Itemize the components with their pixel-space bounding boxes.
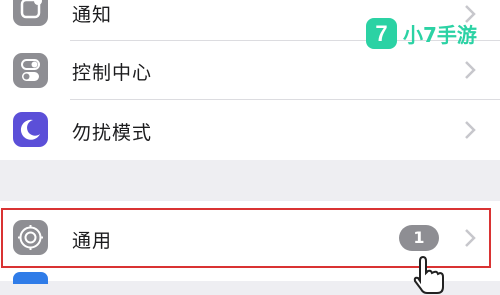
gear-icon [13,220,48,255]
notification-icon [13,0,48,26]
logo-mark: 7 [366,18,397,49]
watermark-logo: 7 小7手游 [366,17,490,53]
settings-row-do-not-disturb[interactable]: 勿扰模式 [0,100,500,160]
chevron-right-icon [465,229,476,247]
app-icon [13,272,48,284]
settings-row-label: 控制中心 [72,62,153,84]
settings-row-label: 通知 [72,4,113,26]
settings-row-label: 勿扰模式 [72,122,153,144]
chevron-right-icon [465,121,476,139]
moon-icon [13,112,48,147]
notification-badge: 1 [399,225,439,251]
toggle-switch-icon [13,53,48,88]
settings-row-label: 通用 [72,230,113,252]
chevron-right-icon [465,61,476,79]
hand-cursor-icon [413,255,444,294]
logo-text: 小7手游 [403,23,477,47]
